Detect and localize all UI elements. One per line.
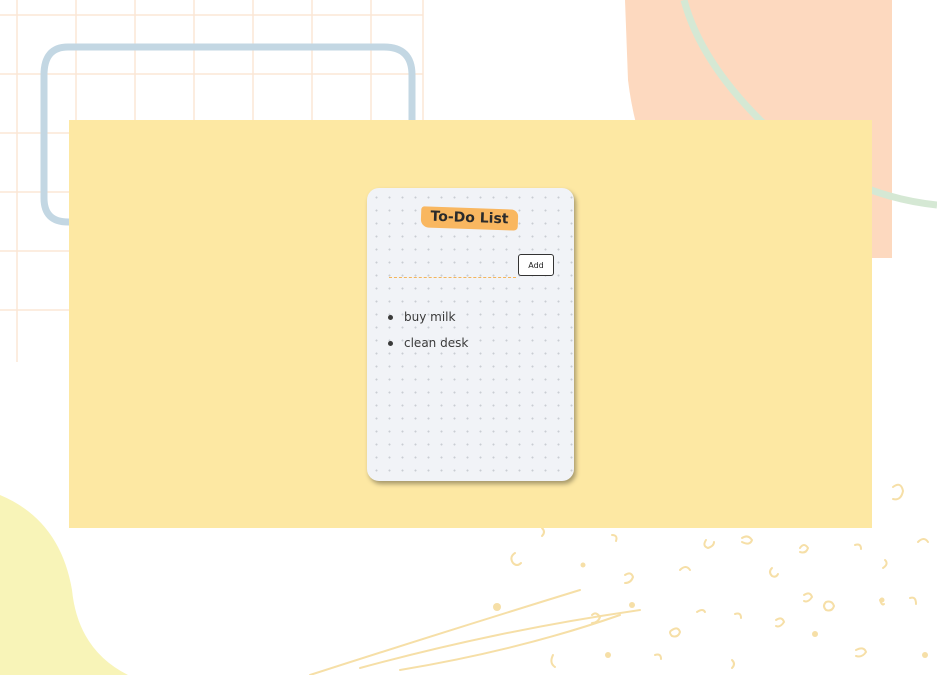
list-item[interactable]: buy milk	[386, 306, 468, 332]
page-title: To-Do List	[420, 206, 519, 231]
bullet-icon	[388, 341, 393, 346]
todo-input[interactable]	[389, 260, 516, 278]
list-item-text: buy milk	[404, 310, 456, 324]
doodle-dots	[493, 562, 928, 658]
todo-list: buy milk clean desk	[386, 306, 468, 358]
add-button[interactable]: Add	[518, 254, 554, 276]
list-item[interactable]: clean desk	[386, 332, 468, 358]
bullet-icon	[388, 315, 393, 320]
list-item-text: clean desk	[404, 336, 469, 350]
todo-card: To-Do List Add buy milk clean desk	[367, 188, 574, 481]
